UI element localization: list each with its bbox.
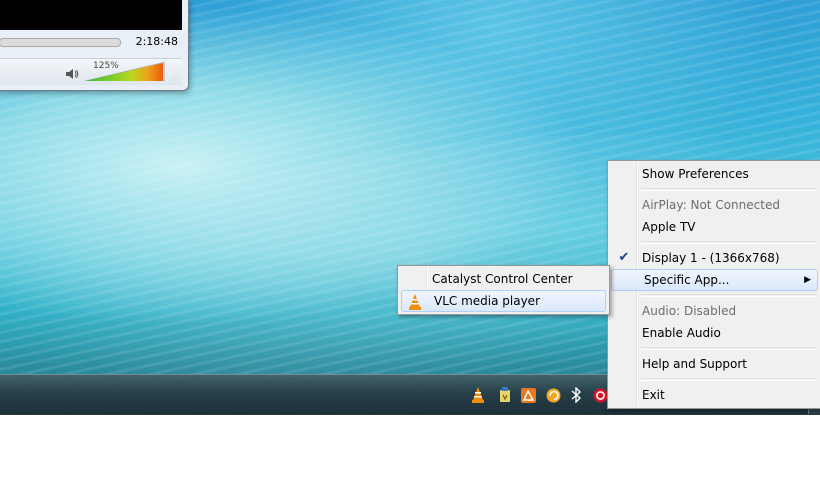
menu-item-enable-audio[interactable]: Enable Audio bbox=[610, 322, 819, 344]
beats-audio-icon[interactable] bbox=[592, 387, 608, 403]
catalyst-icon[interactable] bbox=[520, 387, 536, 403]
checkmark-icon: ✔ bbox=[618, 250, 630, 265]
menu-separator bbox=[641, 347, 817, 350]
control-bar: 125% ⋰ bbox=[0, 58, 182, 85]
bluetooth-icon[interactable] bbox=[568, 387, 584, 403]
resize-grip[interactable]: ⋰ bbox=[171, 75, 179, 83]
volume-percent-label: 125% bbox=[93, 61, 119, 71]
menu-separator bbox=[641, 294, 817, 297]
vlc-player-window[interactable]: 2:18:48 125% ⋰ bbox=[0, 0, 189, 91]
menu-separator bbox=[641, 378, 817, 381]
submenu-item-vlc-label: VLC media player bbox=[434, 294, 541, 308]
menu-item-exit[interactable]: Exit bbox=[610, 384, 819, 406]
menu-item-apple-tv[interactable]: Apple TV bbox=[610, 216, 819, 238]
menu-item-show-preferences[interactable]: Show Preferences bbox=[610, 163, 819, 185]
submenu-arrow-icon: ▶ bbox=[804, 275, 811, 285]
video-area[interactable] bbox=[0, 0, 182, 30]
airplay-context-menu: Show Preferences AirPlay: Not Connected … bbox=[607, 160, 820, 409]
menu-separator bbox=[641, 188, 817, 191]
menu-item-audio-status: Audio: Disabled bbox=[642, 304, 737, 318]
submenu-item-vlc[interactable]: VLC media player bbox=[401, 290, 606, 312]
vlc-cone-icon[interactable] bbox=[470, 387, 486, 403]
menu-item-display-1[interactable]: ✔ Display 1 - (1366x768) bbox=[610, 247, 819, 269]
specific-app-submenu: Catalyst Control Center VLC media player bbox=[397, 265, 610, 315]
vlc-cone-icon bbox=[409, 294, 421, 310]
menu-separator bbox=[641, 241, 817, 244]
elapsed-time: 2:18:48 bbox=[135, 35, 178, 48]
seek-bar[interactable] bbox=[0, 38, 121, 47]
submenu-item-catalyst[interactable]: Catalyst Control Center bbox=[400, 268, 607, 290]
speaker-icon[interactable] bbox=[65, 68, 79, 80]
menu-item-airplay-status: AirPlay: Not Connected bbox=[642, 198, 780, 212]
usb-device-icon[interactable] bbox=[497, 387, 513, 403]
menu-item-display-1-label: Display 1 - (1366x768) bbox=[642, 251, 780, 265]
menu-item-specific-app[interactable]: Specific App... ▶ bbox=[611, 269, 818, 291]
orange-sync-icon[interactable] bbox=[545, 387, 561, 403]
menu-item-help-support[interactable]: Help and Support bbox=[610, 353, 819, 375]
menu-item-specific-app-label: Specific App... bbox=[644, 273, 730, 287]
